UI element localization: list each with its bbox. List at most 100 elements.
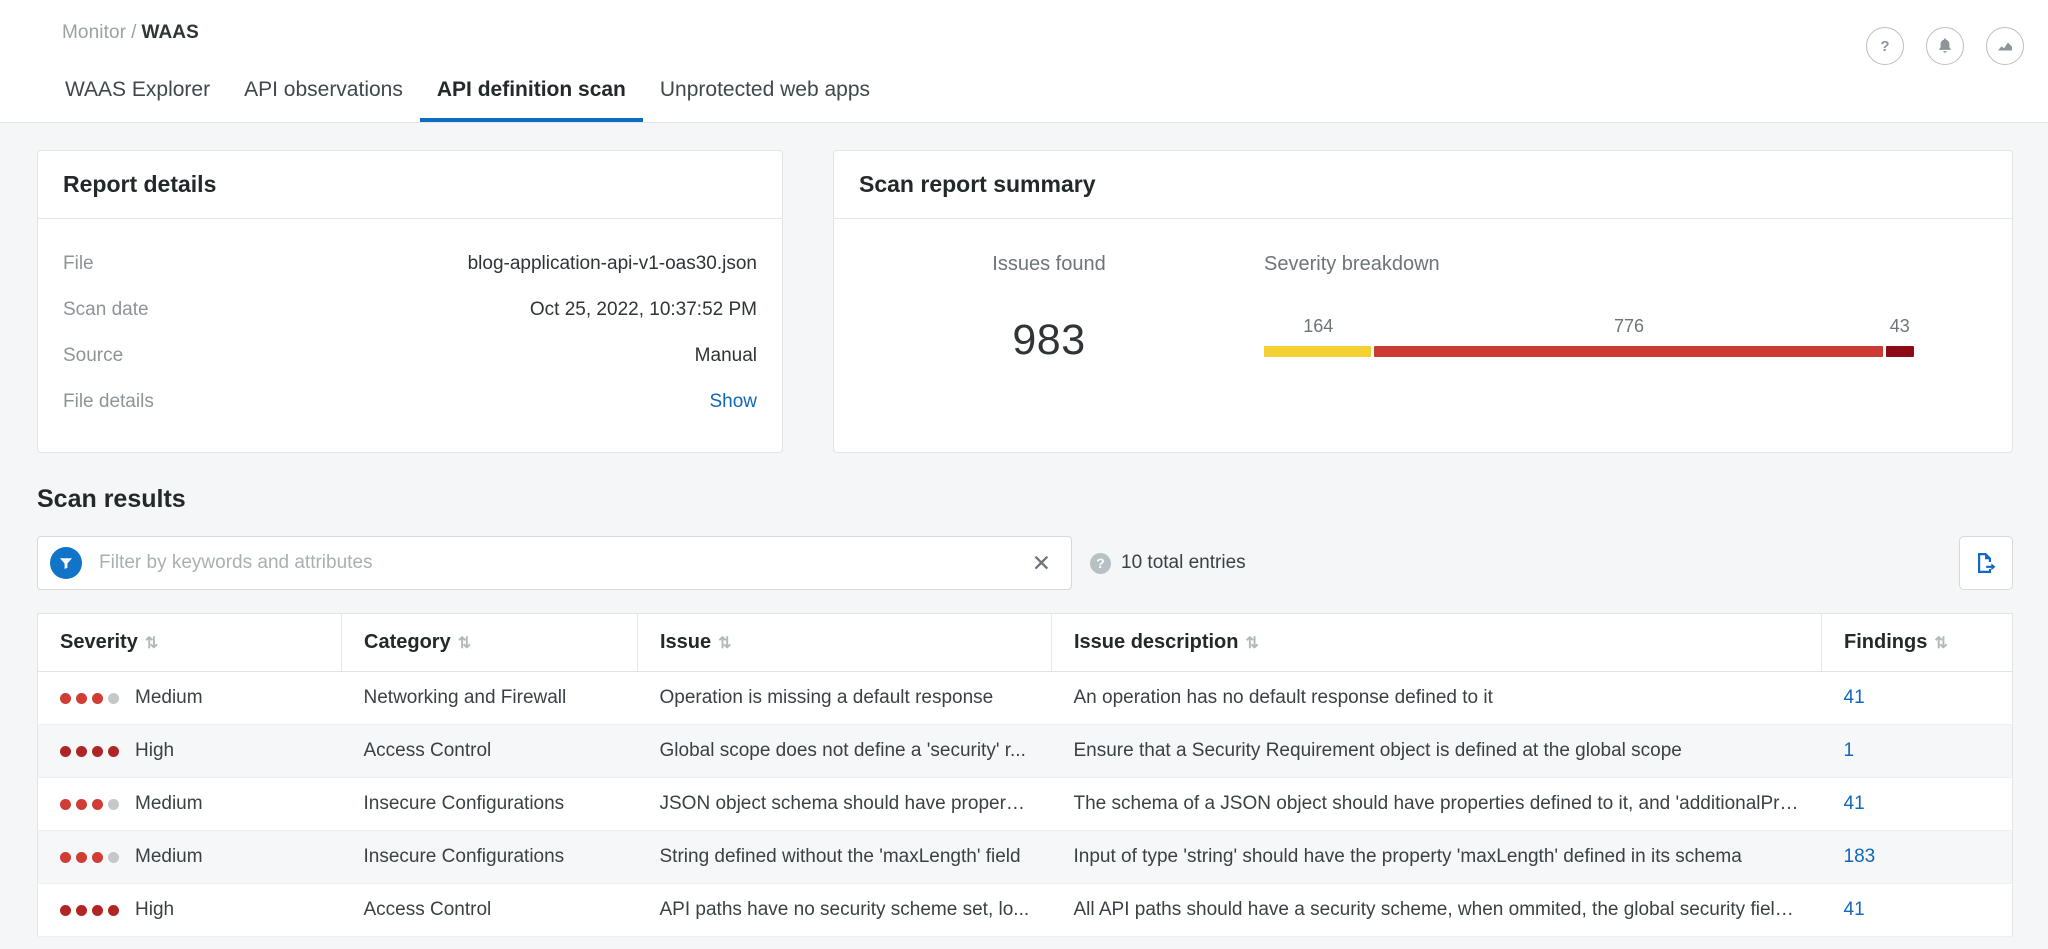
cell-findings[interactable]: 41	[1821, 671, 2013, 725]
scan-summary-title: Scan report summary	[834, 151, 2012, 219]
breadcrumb-current: WAAS	[141, 22, 199, 43]
severity-label: Medium	[135, 793, 203, 814]
notifications-bell-icon[interactable]	[1926, 27, 1964, 65]
cell-findings[interactable]: 41	[1821, 777, 2013, 831]
scan-results-title: Scan results	[37, 485, 186, 513]
cell-severity: Medium	[37, 671, 342, 725]
cell-issue-description: Ensure that a Security Requirement objec…	[1051, 724, 1822, 778]
sort-icon-issue-description[interactable]: ⇅	[1246, 635, 1259, 652]
column-header-category[interactable]: Category ⇅	[341, 613, 638, 672]
sort-icon-issue[interactable]: ⇅	[718, 635, 731, 652]
severity-bar-chart: 164 776 43	[1264, 316, 1914, 357]
cell-issue: Operation is missing a default response	[637, 671, 1052, 725]
column-header-issue-description[interactable]: Issue description ⇅	[1051, 613, 1822, 672]
severity-dots-icon	[60, 745, 119, 757]
severity-stacked-bar	[1264, 346, 1914, 357]
filter-input[interactable]	[82, 552, 1026, 574]
cell-findings[interactable]: 183	[1821, 830, 2013, 884]
filter-box[interactable]: ✕	[37, 536, 1072, 590]
total-entries-label: 10 total entries	[1121, 552, 1246, 573]
findings-link[interactable]: 41	[1844, 899, 1865, 920]
sort-icon-findings[interactable]: ⇅	[1934, 635, 1947, 652]
table-row[interactable]: High Access Control Global scope does not …	[37, 724, 2013, 778]
severity-segment-critical	[1885, 346, 1914, 357]
sort-icon-severity[interactable]: ⇅	[145, 635, 158, 652]
summary-cards-row: Report details File blog-application-api…	[0, 123, 2048, 453]
entries-help-icon[interactable]: ?	[1090, 552, 1111, 574]
export-button[interactable]	[1959, 536, 2013, 590]
column-header-severity[interactable]: Severity ⇅	[37, 613, 342, 672]
severity-label: High	[135, 740, 175, 761]
filter-toolbar: ✕ ? 10 total entries	[37, 536, 2013, 590]
show-file-details-link[interactable]: Show	[709, 391, 757, 413]
filter-funnel-icon[interactable]	[50, 547, 82, 579]
cell-issue-description: All API paths should have a security sch…	[1051, 883, 1822, 937]
column-header-findings[interactable]: Findings ⇅	[1821, 613, 2013, 672]
breadcrumb-parent[interactable]: Monitor	[62, 22, 126, 43]
detail-value-source: Manual	[694, 345, 757, 366]
findings-link[interactable]: 41	[1844, 793, 1865, 814]
breadcrumb: Monitor / WAAS	[62, 22, 199, 44]
cell-findings[interactable]: 41	[1821, 883, 2013, 937]
tab-unprotected-web-apps[interactable]: Unprotected web apps	[643, 78, 887, 122]
detail-row-file-details: File details Show	[63, 379, 757, 425]
column-label-issue-description: Issue description	[1074, 631, 1239, 653]
cell-category: Access Control	[341, 883, 638, 937]
severity-segment-high	[1374, 346, 1883, 357]
header-icon-group: ?	[1866, 27, 2024, 65]
findings-link[interactable]: 1	[1844, 740, 1855, 761]
severity-label: High	[135, 899, 175, 920]
issues-found-block: Issues found 983	[834, 253, 1264, 365]
column-label-issue: Issue	[660, 631, 712, 653]
report-details-body: File blog-application-api-v1-oas30.json …	[38, 219, 782, 452]
table-row[interactable]: High Access Control API paths have no secu…	[37, 883, 2013, 937]
tab-api-definition-scan[interactable]: API definition scan	[419, 78, 643, 122]
cell-category: Access Control	[341, 724, 638, 778]
scan-results-table: Severity ⇅ Category ⇅ Issue ⇅ Issue descrip…	[37, 613, 2013, 937]
sort-icon-category[interactable]: ⇅	[458, 635, 471, 652]
main-tabs: WAAS Explorer API observations API defin…	[48, 60, 887, 122]
issues-found-label: Issues found	[992, 253, 1106, 275]
cell-issue-description: An operation has no default response def…	[1051, 671, 1822, 725]
cell-severity: Medium	[37, 777, 342, 831]
column-header-issue[interactable]: Issue ⇅	[637, 613, 1052, 672]
table-row[interactable]: Medium Insecure Configurations String defi…	[37, 830, 2013, 884]
severity-dots-icon	[60, 798, 119, 810]
cell-category: Networking and Firewall	[341, 671, 638, 725]
severity-breakdown-label: Severity breakdown	[1264, 253, 1440, 275]
app-header: Monitor / WAAS ? WAAS Explorer API observa…	[0, 0, 2048, 123]
tab-api-observations[interactable]: API observations	[227, 78, 420, 122]
table-row[interactable]: Medium Insecure Configurations JSON object…	[37, 777, 2013, 831]
tab-waas-explorer[interactable]: WAAS Explorer	[48, 78, 227, 122]
detail-row-scan-date: Scan date Oct 25, 2022, 10:37:52 PM	[63, 287, 757, 333]
cell-issue: JSON object schema should have properti.…	[637, 777, 1052, 831]
column-label-category: Category	[364, 631, 451, 653]
clear-filter-icon[interactable]: ✕	[1026, 551, 1057, 575]
detail-value-scan-date: Oct 25, 2022, 10:37:52 PM	[529, 299, 757, 320]
cell-issue-description: Input of type 'string' should have the p…	[1051, 830, 1822, 884]
table-row[interactable]: Medium Networking and Firewall Operation i…	[37, 671, 2013, 725]
findings-link[interactable]: 41	[1844, 687, 1865, 708]
column-label-findings: Findings	[1844, 631, 1928, 653]
cell-issue: Global scope does not define a 'security…	[637, 724, 1052, 778]
cell-category: Insecure Configurations	[341, 830, 638, 884]
severity-value-labels: 164 776 43	[1264, 316, 1914, 342]
scan-report-summary-card: Scan report summary Issues found 983 Sev…	[833, 150, 2013, 453]
severity-label: Medium	[135, 687, 203, 708]
report-details-title: Report details	[38, 151, 782, 219]
cell-findings[interactable]: 1	[1821, 724, 2013, 778]
severity-label-critical: 43	[1889, 316, 1910, 336]
detail-label-source: Source	[63, 345, 124, 366]
findings-link[interactable]: 183	[1844, 846, 1876, 867]
severity-dots-icon	[60, 851, 119, 863]
help-icon[interactable]: ?	[1866, 27, 1904, 65]
severity-dots-icon	[60, 904, 119, 916]
severity-breakdown-block: Severity breakdown 164 776 43	[1264, 253, 2012, 365]
cell-issue-description: The schema of a JSON object should have …	[1051, 777, 1822, 831]
severity-dots-icon	[60, 692, 119, 704]
scan-results-section: Scan results ✕ ? 10 total entries Severi…	[0, 453, 2048, 937]
analytics-chart-icon[interactable]	[1986, 27, 2024, 65]
cell-category: Insecure Configurations	[341, 777, 638, 831]
detail-label-scan-date: Scan date	[63, 299, 149, 320]
entries-info: ? 10 total entries	[1090, 552, 1246, 574]
